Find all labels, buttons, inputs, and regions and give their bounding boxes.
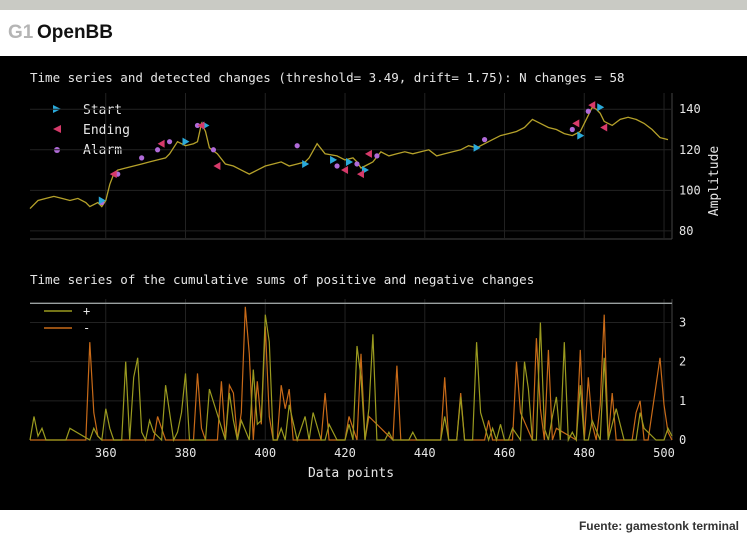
- bottom-legend: + -: [44, 304, 90, 335]
- legend-start-label: Start: [83, 103, 122, 118]
- ending-marker: [356, 170, 364, 179]
- legend-plus-label: +: [83, 304, 90, 318]
- ending-marker: [157, 139, 165, 148]
- ending-marker: [600, 123, 608, 132]
- x-tick-label: 380: [175, 446, 197, 460]
- start-marker: [330, 155, 338, 164]
- figure-header: G1 OpenBB: [0, 10, 747, 56]
- top-y-tick-label: 100: [679, 183, 701, 197]
- alarm-marker: [294, 143, 300, 149]
- x-tick-label: 460: [494, 446, 516, 460]
- bottom-panel-title: Time series of the cumulative sums of po…: [30, 272, 534, 287]
- alarm-marker: [374, 153, 380, 159]
- ending-marker: [572, 119, 580, 128]
- alarm-marker: [585, 108, 591, 114]
- top-y-tick-label: 140: [679, 102, 701, 116]
- legend-ending-marker: [53, 125, 61, 133]
- alarm-marker: [354, 161, 360, 167]
- plot-area: Time series and detected changes (thresh…: [0, 56, 747, 510]
- top-panel-title: Time series and detected changes (thresh…: [30, 70, 625, 85]
- start-marker: [577, 131, 585, 140]
- alarm-marker: [334, 163, 340, 169]
- top-strip: [0, 0, 747, 10]
- figure-title: OpenBB: [37, 22, 113, 43]
- chart-svg: Time series and detected changes (thresh…: [29, 70, 722, 481]
- y-axis-label: Amplitude: [707, 146, 722, 217]
- start-marker: [473, 143, 481, 152]
- alarm-marker: [155, 147, 161, 153]
- x-tick-label: 440: [414, 446, 436, 460]
- alarm-marker: [210, 147, 217, 153]
- figure-tag: G1: [8, 22, 34, 43]
- ending-marker: [213, 162, 221, 170]
- x-tick-label: 500: [653, 446, 675, 460]
- x-axis-label: Data points: [308, 466, 394, 481]
- ending-marker: [364, 149, 372, 158]
- bottom-y-tick-label: 2: [679, 355, 686, 369]
- source-credit: Fuente: gamestonk terminal: [578, 519, 739, 533]
- x-tick-label: 360: [95, 446, 117, 460]
- start-marker: [597, 103, 605, 112]
- x-tick-label: 420: [334, 446, 356, 460]
- legend-ending-label: Ending: [83, 123, 130, 138]
- legend-minus-label: -: [83, 321, 90, 335]
- alarm-marker: [139, 155, 145, 161]
- bottom-y-tick-label: 1: [679, 394, 686, 408]
- bottom-y-tick-label: 3: [679, 316, 686, 330]
- top-y-tick-label: 120: [679, 143, 701, 157]
- bottom-y-tick-label: 0: [679, 433, 686, 447]
- legend-alarm-label: Alarm: [83, 143, 122, 158]
- alarm-marker: [166, 139, 173, 145]
- x-tick-label: 400: [254, 446, 276, 460]
- alarm-marker: [481, 137, 488, 143]
- x-tick-label: 480: [573, 446, 595, 460]
- alarm-marker: [569, 126, 575, 133]
- top-y-tick-label: 80: [679, 224, 693, 238]
